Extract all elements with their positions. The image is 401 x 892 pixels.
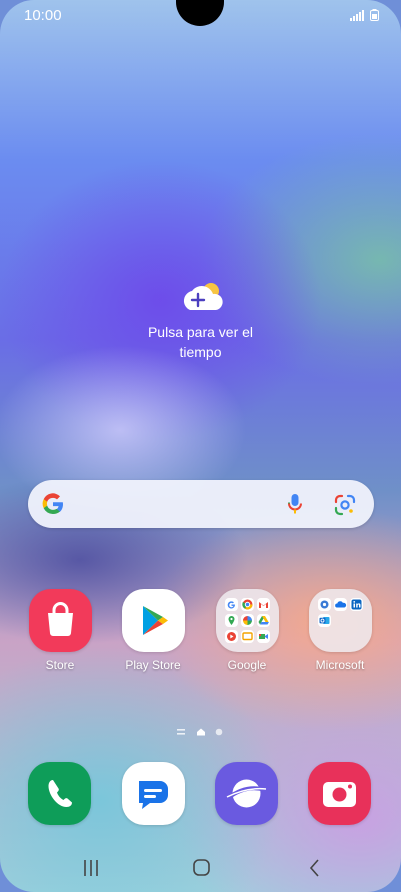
app-label: Google — [227, 658, 267, 672]
camera-icon[interactable] — [308, 762, 371, 825]
weather-prompt: Pulsa para ver el tiempo — [147, 324, 254, 360]
messages-icon[interactable] — [122, 762, 185, 825]
galaxy-store-icon — [28, 589, 92, 652]
battery-icon — [370, 9, 379, 21]
page-indicator — [176, 724, 226, 736]
camera-notch — [176, 0, 224, 26]
signal-icon — [350, 10, 364, 21]
tv-icon — [240, 630, 254, 643]
linkedin-icon — [349, 598, 363, 611]
google-search-bar[interactable] — [28, 480, 374, 528]
google-lens-icon[interactable] — [334, 494, 356, 516]
back-button[interactable] — [300, 856, 330, 880]
folder-microsoft[interactable]: Microsoft — [295, 589, 385, 672]
google-folder-icon — [215, 589, 279, 652]
outlook-icon — [317, 614, 331, 627]
navigation-bar — [0, 850, 401, 886]
onedrive-icon — [333, 598, 347, 611]
weather-add-icon — [178, 280, 224, 314]
page-dot — [215, 728, 223, 736]
status-icons — [350, 9, 379, 21]
maps-icon — [224, 614, 238, 627]
weather-widget[interactable]: Pulsa para ver el tiempo — [0, 280, 401, 362]
recent-apps-icon — [84, 860, 98, 876]
gmail-icon — [256, 598, 270, 611]
app-label: Microsoft — [315, 658, 365, 672]
chrome-icon — [240, 598, 254, 611]
photos-icon — [240, 614, 254, 627]
folder-google[interactable]: Google — [202, 589, 292, 672]
phone-icon[interactable] — [28, 762, 91, 825]
app-store[interactable]: Store — [15, 589, 105, 672]
home-page-dot — [197, 728, 205, 736]
recent-apps-button[interactable] — [76, 856, 106, 880]
home-pages-indicator-icon — [177, 729, 185, 735]
google-logo-icon — [42, 493, 63, 515]
app-label: Store — [45, 658, 75, 672]
drive-icon — [256, 614, 270, 627]
home-apps-row: Store Play Store Google Microsoft — [0, 589, 401, 679]
app-play-store[interactable]: Play Store — [108, 589, 198, 672]
internet-icon[interactable] — [215, 762, 278, 825]
google-app-icon — [224, 598, 238, 611]
play-store-icon — [121, 589, 185, 652]
youtube-icon — [224, 630, 238, 643]
home-screen: 10:00 Pulsa para ver el tiempo Store Pla… — [0, 0, 401, 892]
copilot-icon — [317, 598, 331, 611]
voice-search-icon[interactable] — [286, 493, 304, 515]
microsoft-folder-icon — [308, 589, 372, 652]
meet-icon — [256, 630, 270, 643]
status-time: 10:00 — [24, 7, 62, 24]
home-button[interactable] — [186, 856, 216, 880]
back-icon — [309, 859, 319, 877]
home-icon — [193, 859, 210, 876]
app-label: Play Store — [125, 658, 181, 672]
dock — [0, 762, 401, 828]
